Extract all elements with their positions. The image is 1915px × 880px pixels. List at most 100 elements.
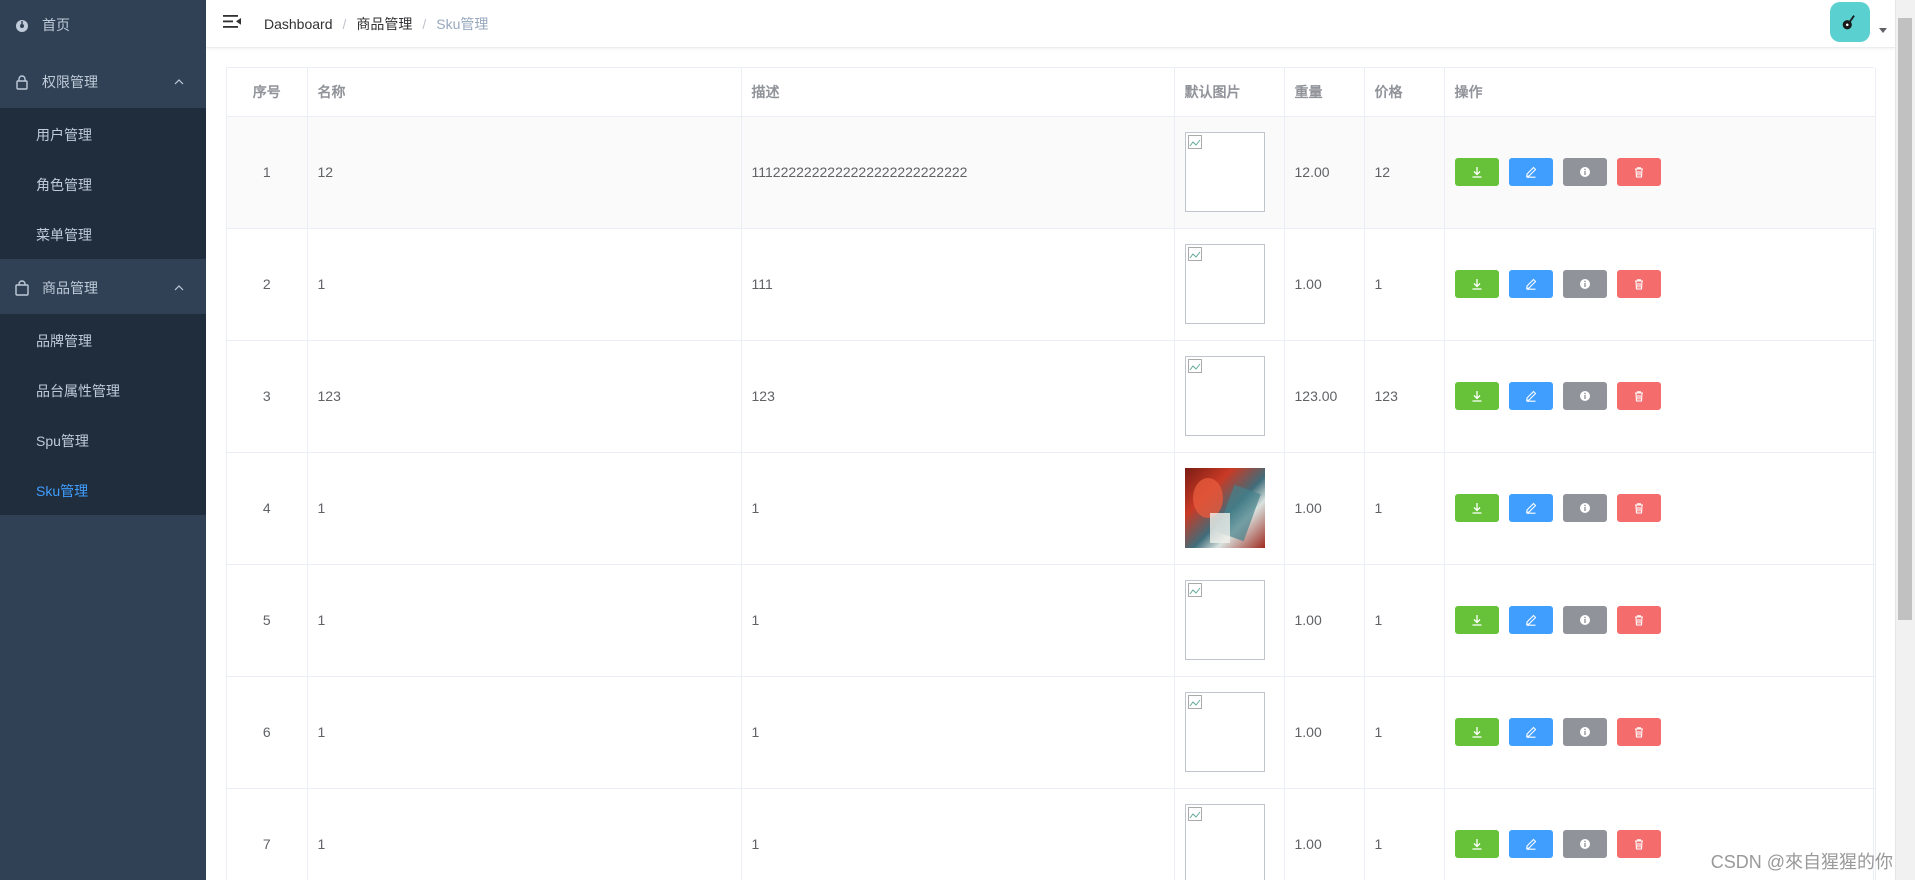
delete-button[interactable] bbox=[1616, 494, 1661, 522]
sidebar-item-menus[interactable]: 菜单管理 bbox=[0, 210, 206, 260]
cell-price: 1 bbox=[1364, 452, 1445, 565]
cell-price: 1 bbox=[1364, 676, 1445, 789]
download-button[interactable] bbox=[1454, 606, 1499, 634]
edit-button[interactable] bbox=[1508, 158, 1553, 186]
sidebar-group-permission[interactable]: 权限管理 bbox=[0, 57, 206, 107]
row-actions bbox=[1454, 606, 1875, 634]
cell-image bbox=[1174, 676, 1285, 789]
sidebar-item-brands[interactable]: 品牌管理 bbox=[0, 316, 206, 366]
sidebar-item-label: 首页 bbox=[42, 17, 70, 33]
cell-index: 5 bbox=[227, 564, 308, 677]
info-icon bbox=[1579, 166, 1591, 178]
info-button[interactable] bbox=[1562, 718, 1607, 746]
edit-icon bbox=[1525, 278, 1537, 290]
column-header-index: 序号 bbox=[227, 68, 308, 117]
delete-button[interactable] bbox=[1616, 606, 1661, 634]
breadcrumb-product[interactable]: 商品管理 bbox=[356, 14, 412, 34]
download-icon bbox=[1471, 502, 1483, 514]
sidebar-item-spu[interactable]: Spu管理 bbox=[0, 416, 206, 466]
cell-name: 1 bbox=[307, 564, 742, 677]
cell-weight: 1.00 bbox=[1284, 788, 1365, 880]
download-button[interactable] bbox=[1454, 158, 1499, 186]
cell-image bbox=[1174, 564, 1285, 677]
cell-desc: 1112222222222222222222222222 bbox=[741, 116, 1175, 229]
column-header-price: 价格 bbox=[1364, 68, 1445, 117]
scrollbar[interactable] bbox=[1895, 0, 1915, 880]
delete-button[interactable] bbox=[1616, 830, 1661, 858]
delete-button[interactable] bbox=[1616, 382, 1661, 410]
edit-icon bbox=[1525, 614, 1537, 626]
edit-button[interactable] bbox=[1508, 718, 1553, 746]
download-button[interactable] bbox=[1454, 382, 1499, 410]
sidebar-item-label: 用户管理 bbox=[36, 127, 92, 143]
info-button[interactable] bbox=[1562, 830, 1607, 858]
sidebar-item-attributes[interactable]: 品台属性管理 bbox=[0, 366, 206, 416]
broken-image-icon bbox=[1187, 359, 1202, 373]
cell-price: 12 bbox=[1364, 116, 1445, 229]
sidebar-group-product[interactable]: 商品管理 bbox=[0, 263, 206, 313]
download-button[interactable] bbox=[1454, 270, 1499, 298]
info-button[interactable] bbox=[1562, 158, 1607, 186]
watermark: CSDN @來自猩猩的你 bbox=[1710, 852, 1893, 872]
navbar: Dashboard / 商品管理 / Sku管理 bbox=[206, 0, 1895, 48]
download-icon bbox=[1471, 838, 1483, 850]
delete-icon bbox=[1633, 726, 1645, 738]
column-header-desc: 描述 bbox=[741, 68, 1175, 117]
broken-image-icon bbox=[1187, 807, 1202, 821]
cell-actions bbox=[1444, 452, 1876, 565]
cell-name: 1 bbox=[307, 676, 742, 789]
sidebar-item-users[interactable]: 用户管理 bbox=[0, 110, 206, 160]
cell-name: 12 bbox=[307, 116, 742, 229]
sidebar-item-label: Spu管理 bbox=[36, 433, 89, 449]
cell-index: 2 bbox=[227, 228, 308, 341]
broken-image bbox=[1184, 356, 1265, 436]
edit-button[interactable] bbox=[1508, 606, 1553, 634]
row-actions bbox=[1454, 494, 1875, 522]
row-actions bbox=[1454, 382, 1875, 410]
broken-image-icon bbox=[1187, 583, 1202, 597]
column-header-image: 默认图片 bbox=[1174, 68, 1285, 117]
delete-icon bbox=[1633, 278, 1645, 290]
download-button[interactable] bbox=[1454, 830, 1499, 858]
sku-table: 序号 名称 描述 默认图片 重量 价格 操作 1 12 11122222222222… bbox=[226, 67, 1876, 880]
delete-button[interactable] bbox=[1616, 718, 1661, 746]
cell-price: 123 bbox=[1364, 340, 1445, 453]
edit-icon bbox=[1525, 166, 1537, 178]
info-icon bbox=[1579, 502, 1591, 514]
info-button[interactable] bbox=[1562, 494, 1607, 522]
info-button[interactable] bbox=[1562, 270, 1607, 298]
edit-button[interactable] bbox=[1508, 270, 1553, 298]
sidebar-item-sku[interactable]: Sku管理 bbox=[0, 466, 206, 516]
edit-button[interactable] bbox=[1508, 830, 1553, 858]
caret-down-icon[interactable] bbox=[1879, 28, 1887, 33]
download-button[interactable] bbox=[1454, 494, 1499, 522]
info-button[interactable] bbox=[1562, 606, 1607, 634]
sidebar-item-roles[interactable]: 角色管理 bbox=[0, 160, 206, 210]
cell-actions bbox=[1444, 228, 1876, 341]
edit-button[interactable] bbox=[1508, 382, 1553, 410]
sidebar-item-label: 品牌管理 bbox=[36, 333, 92, 349]
edit-button[interactable] bbox=[1508, 494, 1553, 522]
edit-icon bbox=[1525, 838, 1537, 850]
info-button[interactable] bbox=[1562, 382, 1607, 410]
breadcrumb-dashboard[interactable]: Dashboard bbox=[264, 16, 333, 32]
download-button[interactable] bbox=[1454, 718, 1499, 746]
broken-image bbox=[1184, 692, 1265, 772]
menu-fold-icon[interactable] bbox=[222, 12, 242, 32]
cell-image bbox=[1174, 452, 1285, 565]
delete-button[interactable] bbox=[1616, 158, 1661, 186]
cell-weight: 1.00 bbox=[1284, 564, 1365, 677]
cell-weight: 1.00 bbox=[1284, 676, 1365, 789]
cell-name: 1 bbox=[307, 788, 742, 880]
table-row: 3 123 123 123.00 123 bbox=[227, 340, 1876, 453]
cell-price: 1 bbox=[1364, 228, 1445, 341]
delete-button[interactable] bbox=[1616, 270, 1661, 298]
sidebar-item-home[interactable]: 首页 bbox=[0, 0, 206, 50]
cell-image bbox=[1174, 228, 1285, 341]
cell-price: 1 bbox=[1364, 788, 1445, 880]
cell-index: 1 bbox=[227, 116, 308, 229]
scrollbar-thumb[interactable] bbox=[1898, 18, 1912, 620]
table-row: 2 1 111 1.00 1 bbox=[227, 228, 1876, 341]
breadcrumb-separator: / bbox=[422, 16, 427, 32]
avatar[interactable] bbox=[1830, 2, 1870, 42]
